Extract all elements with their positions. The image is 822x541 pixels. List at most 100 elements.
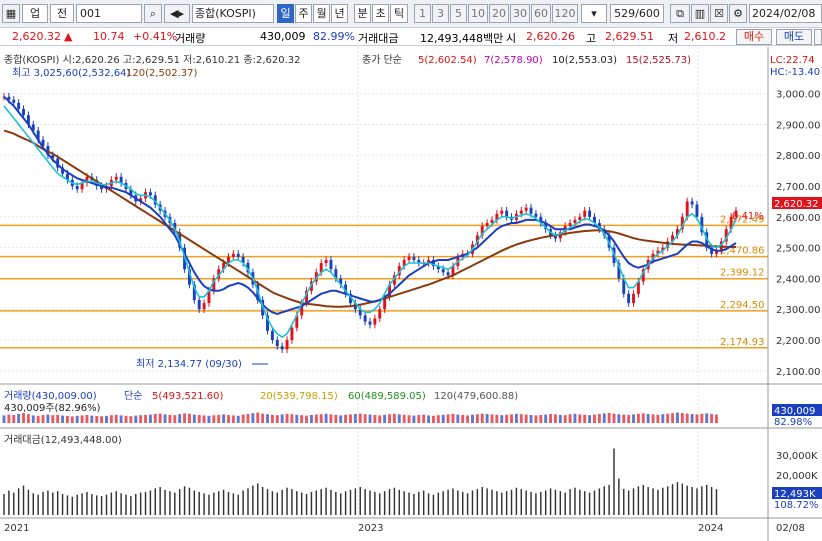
volume-bar [187,413,191,423]
amount-bar [696,488,698,515]
num-3[interactable]: 3 [432,4,449,23]
volume-bar [95,416,99,423]
speaker-icon[interactable]: ◀▸ [164,4,190,23]
amount-bar [588,492,591,515]
volume-bar [553,414,557,423]
volume-bar [529,415,533,423]
amount-bar [369,490,371,515]
volume-bar [114,414,118,423]
amount-bar [271,491,274,515]
volume-bar [671,413,675,423]
amount-bar [120,493,122,515]
hc-label: HC:-13.40 [770,67,820,78]
period-minute[interactable]: 분 [354,4,371,23]
volume-bar [134,415,138,423]
candle-body [534,213,538,217]
amount-bar [100,496,103,515]
num-1[interactable]: 1 [414,4,431,23]
volume-bar [56,414,60,423]
volume-bar [349,414,352,423]
volume-bar [319,414,323,423]
volume-bar [100,416,104,423]
buy-button[interactable]: 매수 [736,29,772,45]
y-tick-label: 2,100.00 [776,367,821,378]
amount-bar [81,493,83,515]
amount-bar [198,491,200,515]
volume-bar [75,415,79,423]
gear-icon[interactable]: ⚙ [729,4,747,23]
amount-bar [252,485,254,515]
search-icon[interactable]: ⌕ [144,4,162,23]
code-input[interactable]: 001 [76,4,142,23]
volume-bar [466,415,470,423]
amount-bar [642,484,645,515]
settings-grid-icon[interactable]: ▦ [2,4,20,23]
period-year[interactable]: 년 [331,4,348,23]
custom-period-select[interactable]: ▾ [581,4,607,23]
amount-bar [310,491,313,515]
num-20[interactable]: 20 [489,4,509,23]
volume-bar [246,414,250,423]
volume-bar [119,415,123,423]
amount-bar [447,489,449,515]
volume-bar [339,415,343,423]
volume-bar [12,415,16,423]
amount-bar [296,491,298,515]
amount-bar [217,491,220,515]
num-5[interactable]: 5 [450,4,467,23]
amount-bar [383,491,386,515]
period-day[interactable]: 일 [277,4,294,23]
y-tick-label: 2,300.00 [776,305,821,316]
volume-bar [197,415,201,423]
volume-bar [422,414,426,423]
period-second[interactable]: 초 [372,4,389,23]
amount-bar [715,489,718,515]
level-label: 2,399.12 [720,268,765,279]
amount-label: 거래대금 [358,32,399,45]
volume-bar [65,416,69,423]
low-note: 최저 2,134.77 (09/30) [136,358,242,370]
volume-bar [329,414,333,423]
date-field[interactable]: 2024/02/08 [749,4,822,23]
amount-bar [305,494,308,515]
volume-bar [710,414,714,423]
amount-bar [608,484,610,515]
prev-button[interactable]: 전 [50,4,74,23]
toolbar: ▦ 업 전 001 ⌕ ◀▸ 종합(KOSPI) 일 주 월 년 분 초 틱 1… [0,0,822,28]
amount-bar [676,482,679,515]
change-value: 10.74 [93,30,125,43]
num-120[interactable]: 120 [552,4,578,23]
volume-bar [227,415,230,423]
amount-bar [491,489,493,515]
amount-bar [188,487,191,515]
volume-bar [173,415,177,423]
amount-bar [710,487,713,515]
chart-tools-icon[interactable]: ⧉ [670,4,690,23]
candle-body [202,303,206,310]
sell-button[interactable]: 매도 [776,29,812,45]
num-60[interactable]: 60 [531,4,551,23]
drawing-icon[interactable]: ▥ [691,4,709,23]
volume-bar [500,415,504,423]
open-value: 2,620.26 [526,30,575,43]
volume-bar [290,414,294,423]
period-tick[interactable]: 틱 [390,4,408,23]
period-month[interactable]: 월 [313,4,330,23]
change-rate: +0.41% [133,30,178,43]
volume-bar [597,414,601,423]
volume-bar [685,413,689,423]
more-button[interactable] [814,29,822,45]
num-30[interactable]: 30 [510,4,530,23]
volume-bar [549,414,553,423]
volume-bar [622,414,626,423]
market-select[interactable]: 업 [22,4,48,23]
amount-bar [413,494,415,515]
period-week[interactable]: 주 [295,4,312,23]
y-tick-label: 2,200.00 [776,336,821,347]
y-tick-label: 2,400.00 [776,274,821,285]
amount-bar [22,485,25,515]
num-10[interactable]: 10 [468,4,488,23]
volume-bar [353,414,357,423]
close-box-icon[interactable]: ☒ [710,4,728,23]
price-chart[interactable]: 2,572.492,470.862,399.122,294.502,174.93… [0,47,822,541]
